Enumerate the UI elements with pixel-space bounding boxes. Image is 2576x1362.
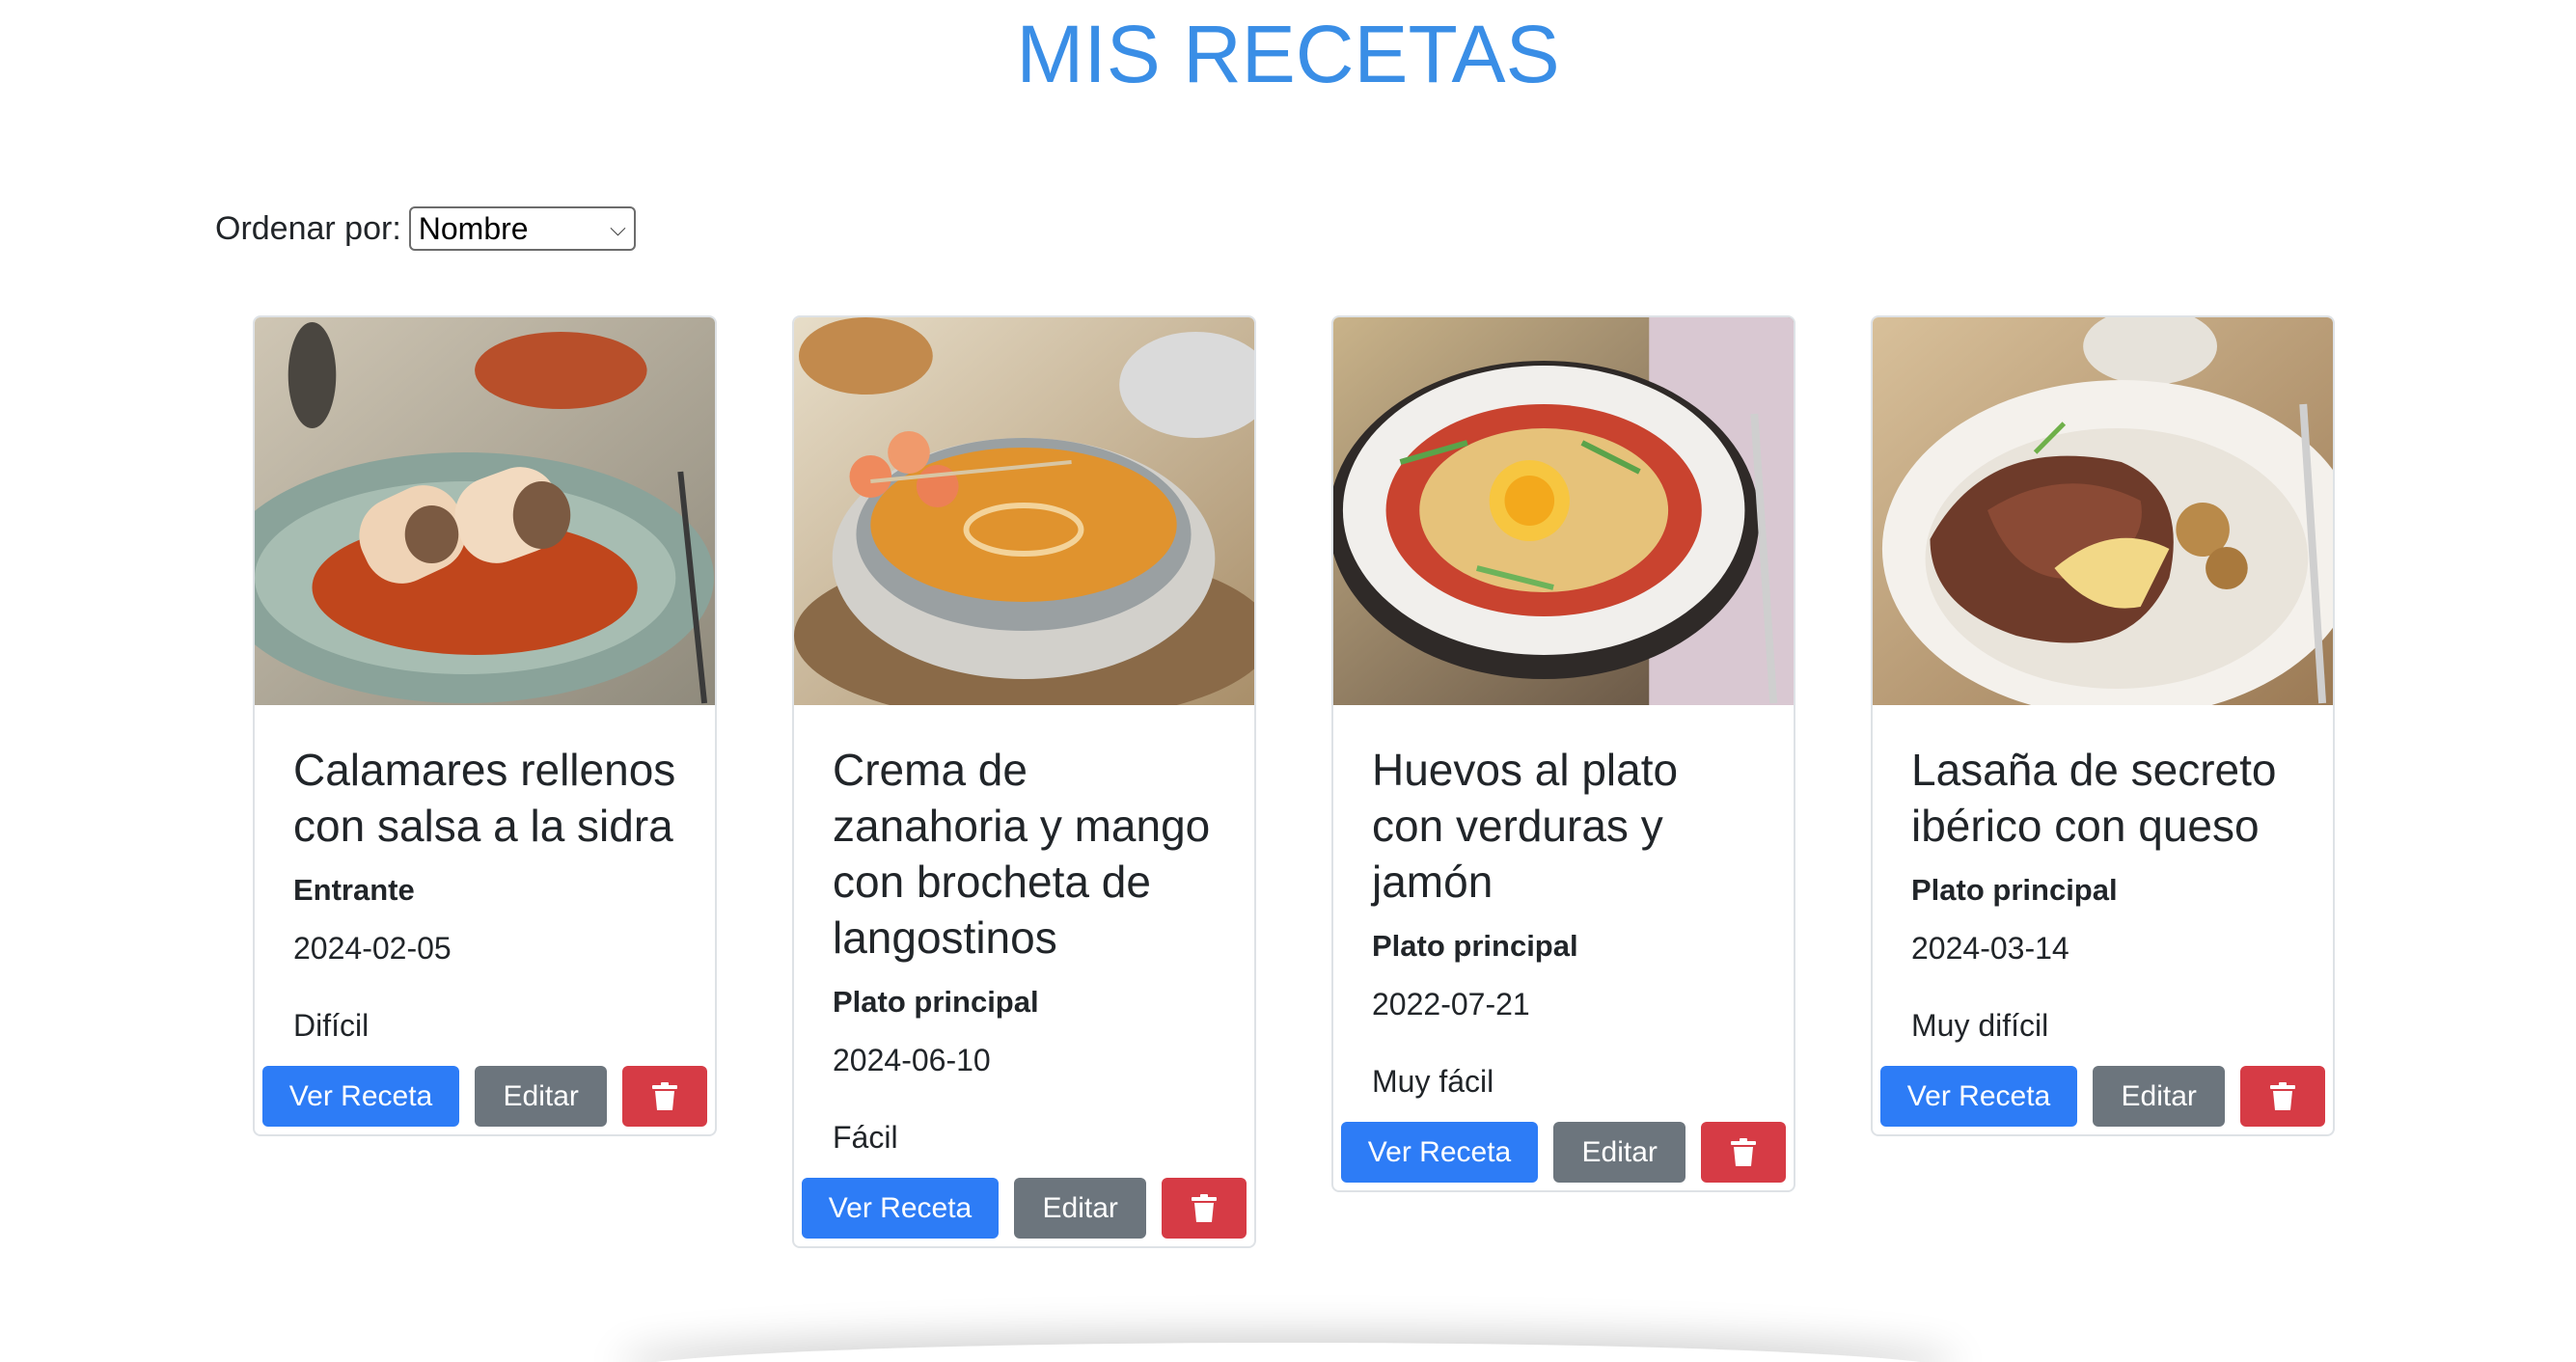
edit-button[interactable]: Editar bbox=[1553, 1122, 1686, 1183]
recipe-title: Calamares rellenos con salsa a la sidra bbox=[293, 745, 676, 851]
delete-button[interactable] bbox=[622, 1066, 707, 1127]
edit-button[interactable]: Editar bbox=[475, 1066, 608, 1127]
edit-button[interactable]: Editar bbox=[2093, 1066, 2226, 1127]
chevron-down-icon: ⌵ bbox=[610, 216, 626, 240]
bottom-shadow bbox=[617, 1343, 1959, 1362]
sort-label: Ordenar por: bbox=[215, 210, 401, 247]
recipe-title: Lasaña de secreto ibérico con queso bbox=[1911, 745, 2277, 851]
recipe-date: 2022-07-21 bbox=[1372, 987, 1530, 1022]
view-recipe-button[interactable]: Ver Receta bbox=[1341, 1122, 1539, 1183]
recipe-difficulty: Difícil bbox=[293, 1008, 370, 1043]
card-actions: Ver Receta Editar bbox=[255, 1066, 715, 1134]
recipe-card: Huevos al plato con verduras y jamón Pla… bbox=[1331, 315, 1795, 1192]
sort-select[interactable]: Nombre ⌵ bbox=[408, 206, 636, 251]
recipe-type: Plato principal bbox=[1372, 929, 1578, 963]
page: MIS RECETAS Ordenar por: Nombre ⌵ Calama… bbox=[0, 0, 2576, 1362]
delete-button[interactable] bbox=[1162, 1178, 1247, 1239]
view-recipe-button[interactable]: Ver Receta bbox=[802, 1178, 1000, 1239]
card-actions: Ver Receta Editar bbox=[1873, 1066, 2333, 1134]
sort-select-value: Nombre bbox=[418, 211, 529, 246]
recipe-date: 2024-06-10 bbox=[833, 1043, 991, 1077]
recipe-difficulty: Fácil bbox=[833, 1120, 898, 1155]
trash-icon bbox=[2270, 1081, 2296, 1110]
recipe-date: 2024-03-14 bbox=[1911, 931, 2069, 966]
recipe-image bbox=[255, 317, 715, 705]
sort-bar: Ordenar por: Nombre ⌵ bbox=[215, 206, 636, 251]
recipe-difficulty: Muy fácil bbox=[1372, 1064, 1494, 1099]
recipe-title: Huevos al plato con verduras y jamón bbox=[1372, 745, 1679, 907]
edit-button[interactable]: Editar bbox=[1014, 1178, 1147, 1239]
delete-button[interactable] bbox=[2240, 1066, 2325, 1127]
recipe-image bbox=[794, 317, 1254, 705]
recipe-title: Crema de zanahoria y mango con brocheta … bbox=[833, 745, 1211, 963]
recipe-type: Plato principal bbox=[1911, 873, 2118, 907]
recipe-card: Calamares rellenos con salsa a la sidra … bbox=[253, 315, 717, 1136]
trash-icon bbox=[1731, 1137, 1757, 1166]
recipe-card: Crema de zanahoria y mango con brocheta … bbox=[792, 315, 1256, 1248]
recipe-type: Entrante bbox=[293, 873, 415, 907]
page-title: MIS RECETAS bbox=[1016, 9, 1560, 99]
recipe-list: Calamares rellenos con salsa a la sidra … bbox=[253, 315, 2335, 1248]
recipe-image bbox=[1333, 317, 1794, 705]
recipe-card: Lasaña de secreto ibérico con queso Plat… bbox=[1871, 315, 2335, 1136]
trash-icon bbox=[652, 1081, 678, 1110]
card-actions: Ver Receta Editar bbox=[1333, 1122, 1794, 1190]
recipe-type: Plato principal bbox=[833, 985, 1039, 1019]
recipe-difficulty: Muy difícil bbox=[1911, 1008, 2049, 1043]
view-recipe-button[interactable]: Ver Receta bbox=[1880, 1066, 2078, 1127]
card-actions: Ver Receta Editar bbox=[794, 1178, 1254, 1246]
delete-button[interactable] bbox=[1701, 1122, 1786, 1183]
recipe-date: 2024-02-05 bbox=[293, 931, 452, 966]
recipe-image bbox=[1873, 317, 2333, 705]
trash-icon bbox=[1192, 1193, 1218, 1222]
view-recipe-button[interactable]: Ver Receta bbox=[262, 1066, 460, 1127]
